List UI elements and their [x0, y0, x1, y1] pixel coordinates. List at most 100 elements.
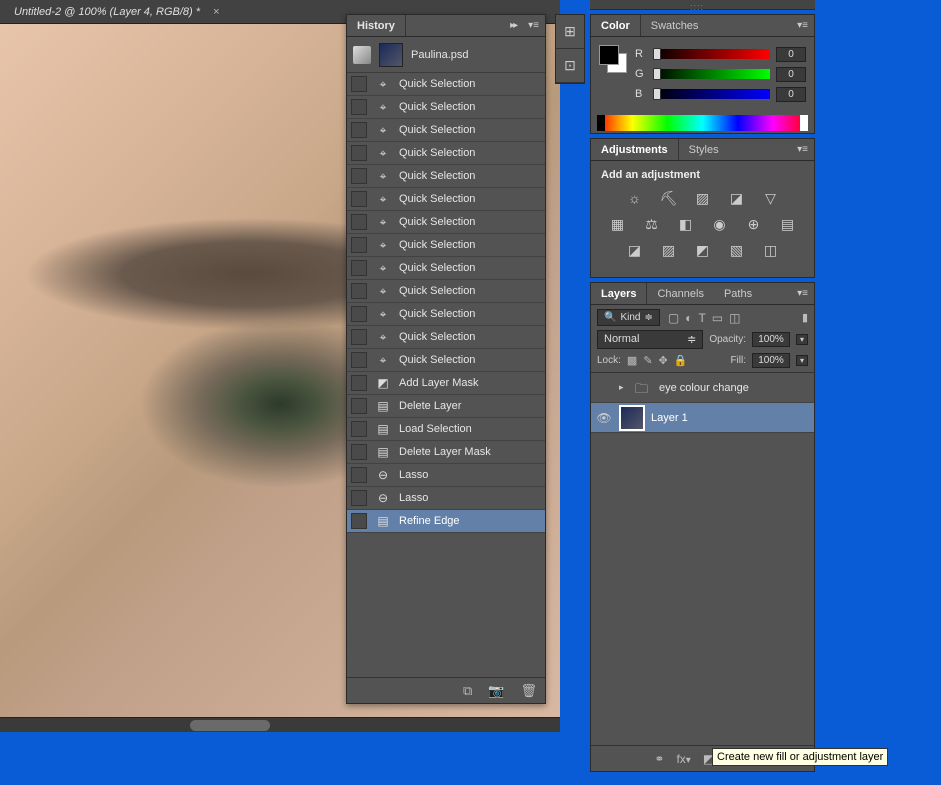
history-row[interactable]: ⌖Quick Selection [347, 73, 545, 96]
slider-r-value[interactable]: 0 [776, 47, 806, 62]
filter-smart-icon[interactable]: ◫ [729, 311, 740, 325]
slider-b-thumb[interactable] [653, 88, 661, 100]
history-state-checkbox[interactable] [351, 260, 367, 276]
adj-invert-icon[interactable]: ◪ [625, 241, 645, 259]
adj-exposure-icon[interactable]: ◪ [727, 189, 747, 207]
history-row[interactable]: ⌖Quick Selection [347, 188, 545, 211]
adj-brightness-icon[interactable]: ☼ [625, 189, 645, 207]
tab-paths[interactable]: Paths [714, 283, 762, 304]
blend-mode-select[interactable]: Normal≑ [597, 330, 703, 349]
tab-styles[interactable]: Styles [679, 139, 729, 160]
history-row[interactable]: ▤Load Selection [347, 418, 545, 441]
delete-state-icon[interactable]: 🗑 [520, 683, 537, 699]
link-layers-icon[interactable]: ⚭ [654, 752, 664, 766]
history-row[interactable]: ⌖Quick Selection [347, 257, 545, 280]
document-tab[interactable]: Untitled-2 @ 100% (Layer 4, RGB/8) * × [4, 3, 230, 21]
layer-thumbnail[interactable] [619, 405, 645, 431]
tab-layers[interactable]: Layers [591, 283, 647, 304]
history-row[interactable]: ⊖Lasso [347, 487, 545, 510]
tray-icon-1[interactable]: ⊞ [556, 15, 584, 49]
slider-g-thumb[interactable] [653, 68, 661, 80]
history-row[interactable]: ⌖Quick Selection [347, 211, 545, 234]
adj-selective-color-icon[interactable]: ◫ [761, 241, 781, 259]
adj-levels-icon[interactable]: ⛏ [659, 189, 679, 207]
collapse-panel-icon[interactable]: ▸▸ [504, 20, 522, 31]
slider-g-value[interactable]: 0 [776, 67, 806, 82]
scrollbar-thumb[interactable] [190, 720, 270, 731]
history-state-checkbox[interactable] [351, 237, 367, 253]
slider-r-thumb[interactable] [653, 48, 661, 60]
tab-swatches[interactable]: Swatches [641, 15, 709, 36]
tab-color[interactable]: Color [591, 15, 641, 36]
history-row[interactable]: ⌖Quick Selection [347, 119, 545, 142]
history-state-checkbox[interactable] [351, 421, 367, 437]
group-expand-icon[interactable]: ▸ [619, 382, 629, 393]
filter-toggle-icon[interactable]: ▮ [802, 311, 808, 324]
tab-adjustments[interactable]: Adjustments [591, 139, 679, 160]
lock-transparency-icon[interactable]: ▩ [627, 354, 637, 367]
history-row[interactable]: ▤Refine Edge [347, 510, 545, 533]
fill-dropdown-icon[interactable]: ▾ [796, 355, 808, 366]
history-state-checkbox[interactable] [351, 191, 367, 207]
slider-g[interactable] [653, 69, 770, 79]
tab-channels[interactable]: Channels [647, 283, 713, 304]
history-row[interactable]: ⌖Quick Selection [347, 303, 545, 326]
history-state-checkbox[interactable] [351, 375, 367, 391]
adjustments-panel-menu-icon[interactable]: ▾≡ [791, 144, 814, 155]
color-spectrum-ramp[interactable] [597, 115, 808, 131]
history-state-checkbox[interactable] [351, 329, 367, 345]
history-row[interactable]: ▤Delete Layer Mask [347, 441, 545, 464]
opacity-dropdown-icon[interactable]: ▾ [796, 334, 808, 345]
history-row[interactable]: ⊖Lasso [347, 464, 545, 487]
slider-r[interactable] [653, 49, 770, 59]
history-row[interactable]: ◩Add Layer Mask [347, 372, 545, 395]
color-panel-menu-icon[interactable]: ▾≡ [791, 20, 814, 31]
slider-b-value[interactable]: 0 [776, 87, 806, 102]
history-tab[interactable]: History [347, 15, 406, 36]
adj-threshold-icon[interactable]: ◩ [693, 241, 713, 259]
foreground-color-swatch[interactable] [599, 45, 619, 65]
history-state-checkbox[interactable] [351, 306, 367, 322]
filter-shape-icon[interactable]: ▭ [712, 311, 723, 325]
adj-gradient-map-icon[interactable]: ▧ [727, 241, 747, 259]
tray-icon-2[interactable]: ⊡ [556, 49, 584, 83]
lock-image-icon[interactable]: ✎ [643, 354, 652, 367]
history-state-checkbox[interactable] [351, 99, 367, 115]
history-row[interactable]: ⌖Quick Selection [347, 280, 545, 303]
history-state-checkbox[interactable] [351, 490, 367, 506]
history-source-row[interactable]: Paulina.psd [347, 37, 545, 73]
adj-posterize-icon[interactable]: ▨ [659, 241, 679, 259]
adj-color-lookup-icon[interactable]: ▤ [778, 215, 798, 233]
layers-panel-menu-icon[interactable]: ▾≡ [791, 288, 814, 299]
history-row[interactable]: ⌖Quick Selection [347, 326, 545, 349]
create-document-from-state-icon[interactable]: ⧉ [463, 683, 472, 699]
layer-fx-icon[interactable]: fx▾ [676, 752, 690, 766]
history-state-checkbox[interactable] [351, 76, 367, 92]
history-row[interactable]: ⌖Quick Selection [347, 234, 545, 257]
filter-adjustment-icon[interactable]: ◐ [685, 311, 692, 325]
layer-row[interactable]: ▸🗀eye colour change [591, 373, 814, 403]
lock-all-icon[interactable]: 🔒 [674, 354, 688, 367]
history-row[interactable]: ⌖Quick Selection [347, 142, 545, 165]
adj-bw-icon[interactable]: ◧ [676, 215, 696, 233]
history-state-checkbox[interactable] [351, 214, 367, 230]
opacity-value[interactable]: 100% [752, 332, 790, 347]
layer-filter-kind[interactable]: 🔍Kind≑ [597, 309, 660, 326]
slider-b[interactable] [653, 89, 770, 99]
horizontal-scrollbar[interactable] [0, 717, 560, 732]
history-state-checkbox[interactable] [351, 352, 367, 368]
history-state-checkbox[interactable] [351, 145, 367, 161]
filter-type-icon[interactable]: T [698, 311, 705, 325]
history-state-checkbox[interactable] [351, 283, 367, 299]
snapshot-icon[interactable]: 📷 [488, 683, 504, 699]
history-row[interactable]: ⌖Quick Selection [347, 349, 545, 372]
history-state-checkbox[interactable] [351, 398, 367, 414]
layer-visibility-icon[interactable]: 👁 [595, 411, 613, 425]
history-row[interactable]: ▤Delete Layer [347, 395, 545, 418]
adj-vibrance-icon[interactable]: ▽ [761, 189, 781, 207]
close-tab-icon[interactable]: × [213, 6, 219, 18]
color-swatch-pair[interactable] [599, 45, 627, 73]
adj-channel-mixer-icon[interactable]: ⊕ [744, 215, 764, 233]
history-state-checkbox[interactable] [351, 168, 367, 184]
history-state-checkbox[interactable] [351, 513, 367, 529]
